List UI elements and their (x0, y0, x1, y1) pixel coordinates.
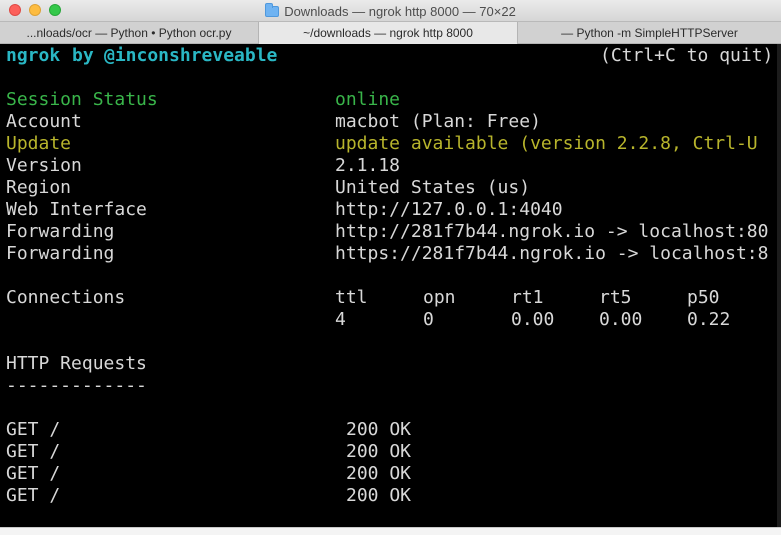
folder-icon (265, 2, 280, 17)
request-method: GET / (6, 485, 61, 506)
request-method: GET / (6, 419, 61, 440)
terminal-scrollbar[interactable] (777, 44, 781, 527)
request-status: 200 OK (346, 419, 412, 440)
request-status: 200 OK (346, 463, 412, 484)
http-requests-underline: ------------- (6, 375, 147, 396)
request-status: 200 OK (346, 485, 412, 506)
session-status-value: online (335, 89, 401, 110)
connections-value-rt1: 0.00 (511, 309, 555, 330)
version-value: 2.1.18 (335, 155, 401, 176)
version-label: Version (6, 155, 82, 176)
header-quit-hint: (Ctrl+C to quit) (600, 45, 774, 66)
forwarding-http-value[interactable]: http://281f7b44.ngrok.io -> localhost:80 (335, 221, 768, 243)
header-author: @inconshreveable (104, 45, 278, 66)
header-ngrok: ngrok (6, 45, 61, 66)
connections-label: Connections (6, 287, 126, 308)
account-value: macbot (Plan: Free) (335, 111, 541, 132)
connections-header-rt1: rt1 (511, 287, 544, 308)
web-interface-label: Web Interface (6, 199, 147, 220)
connections-header-opn: opn (423, 287, 456, 308)
region-label: Region (6, 177, 72, 198)
tab-bar: ...nloads/ocr — Python • Python ocr.py ~… (0, 22, 781, 44)
window-title-wrap: Downloads — ngrok http 8000 — 70×22 (0, 0, 781, 22)
terminal-output[interactable]: ngrok by @inconshreveable (Ctrl+C to qui… (0, 44, 777, 527)
tab-ngrok[interactable]: ~/downloads — ngrok http 8000 (259, 22, 518, 44)
request-status: 200 OK (346, 441, 412, 462)
connections-header-ttl: ttl (335, 287, 368, 308)
connections-value-ttl: 4 (335, 309, 346, 330)
title-bar: Downloads — ngrok http 8000 — 70×22 (0, 0, 781, 22)
session-status-label: Session Status (6, 89, 158, 110)
connections-value-rt5: 0.00 (599, 309, 643, 330)
header-by: by (72, 45, 94, 66)
request-method: GET / (6, 463, 61, 484)
connections-value-opn: 0 (423, 309, 434, 330)
connections-header-rt5: rt5 (599, 287, 632, 308)
web-interface-value[interactable]: http://127.0.0.1:4040 (335, 199, 563, 221)
tab-simplehttpserver[interactable]: — Python -m SimpleHTTPServer (518, 22, 781, 44)
window-bottom-edge (0, 527, 781, 535)
window-title: Downloads — ngrok http 8000 — 70×22 (284, 3, 516, 19)
account-label: Account (6, 111, 82, 132)
region-value: United States (us) (335, 177, 531, 198)
tab-ocr-python[interactable]: ...nloads/ocr — Python • Python ocr.py (0, 22, 259, 44)
update-label: Update (6, 133, 72, 154)
update-value: update available (version 2.2.8, Ctrl-U (335, 133, 758, 154)
connections-header-p50: p50 (687, 287, 720, 308)
request-method: GET / (6, 441, 61, 462)
connections-value-p50: 0.22 (687, 309, 731, 330)
forwarding-https-value[interactable]: https://281f7b44.ngrok.io -> localhost:8 (335, 243, 768, 265)
http-requests-title: HTTP Requests (6, 353, 147, 374)
forwarding-http-label: Forwarding (6, 221, 115, 242)
forwarding-https-label: Forwarding (6, 243, 115, 264)
